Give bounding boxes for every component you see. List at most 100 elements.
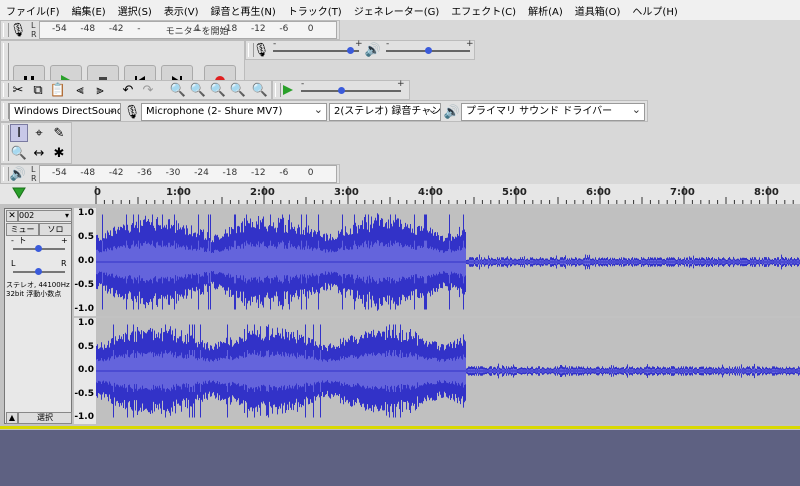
recording-channels-select[interactable]: 2(ステレオ) 録音チャンネル <box>329 103 441 121</box>
fit-selection-icon[interactable]: 🔍 <box>209 81 227 99</box>
play-head-icon[interactable] <box>12 187 26 199</box>
menu-bar: ファイル(F) 編集(E) 選択(S) 表示(V) 録音と再生(N) トラック(T) ジェネ… <box>0 0 800 20</box>
pan-knob[interactable] <box>35 268 42 275</box>
menu-item[interactable]: 録音と再生(N) <box>205 3 282 18</box>
microphone-icon[interactable]: 🎙 <box>9 21 27 39</box>
playback-speed-slider[interactable] <box>301 90 401 92</box>
speaker-icon[interactable]: 🔊 <box>9 165 27 183</box>
select-track-button[interactable]: 選択 <box>18 412 72 424</box>
menu-item[interactable]: 編集(E) <box>66 3 112 18</box>
amplitude-label: -0.5 <box>74 388 94 399</box>
pan-right-label: R <box>61 259 67 268</box>
play-at-speed-button[interactable] <box>279 81 297 99</box>
recording-volume-knob[interactable] <box>347 47 355 54</box>
timeline-label: 8:00 <box>754 187 779 198</box>
recording-device-select[interactable]: Microphone (2- Shure MV7) <box>141 103 327 121</box>
menu-item[interactable]: 解析(A) <box>522 3 569 18</box>
menu-item[interactable]: ファイル(F) <box>0 3 66 18</box>
slider-max-mark: + <box>466 39 474 49</box>
zoom-out-icon[interactable]: 🔍 <box>189 81 207 99</box>
timeline-label: 5:00 <box>502 187 527 198</box>
trim-icon[interactable]: ⫷ <box>71 81 89 99</box>
menu-item[interactable]: 表示(V) <box>158 3 205 18</box>
gain-knob[interactable] <box>35 245 42 252</box>
meter-tick-label: -6 <box>279 168 289 178</box>
recording-volume-slider[interactable] <box>273 50 359 52</box>
playback-meter[interactable]: -54 -48 -42 -36 -30 -24 -18 -12 -6 0 <box>39 165 337 183</box>
timeline-label: 1:00 <box>166 187 191 198</box>
pan-left-label: L <box>11 259 16 268</box>
timeline-label: 3:00 <box>334 187 359 198</box>
gain-minus-label: - <box>11 236 14 245</box>
playback-device-select[interactable]: プライマリ サウンド ドライバー <box>461 103 645 121</box>
menu-item[interactable]: ヘルプ(H) <box>626 3 683 18</box>
speaker-icon: 🔊 <box>443 104 461 120</box>
selection-tool-icon[interactable]: I <box>10 124 28 142</box>
toolbar-grip[interactable] <box>3 125 9 161</box>
menu-item[interactable]: 道具箱(O) <box>569 3 627 18</box>
menu-item[interactable]: エフェクト(C) <box>445 3 522 18</box>
meter-tick-label: -48 <box>80 168 96 178</box>
waveform-right-channel[interactable] <box>96 318 800 424</box>
cut-icon[interactable]: ✂ <box>9 81 27 99</box>
silence-icon[interactable]: ⫸ <box>91 81 109 99</box>
paste-icon[interactable]: 📋 <box>49 81 67 99</box>
meter-tick-label: 0 <box>307 24 314 34</box>
audio-host-select[interactable]: Windows DirectSound <box>9 103 121 121</box>
zoom-toggle-icon[interactable]: 🔍 <box>251 81 269 99</box>
close-track-icon[interactable]: ✕ <box>6 210 18 222</box>
speaker-icon: 🔊 <box>364 42 382 58</box>
gain-plus-label: + <box>61 236 68 245</box>
track-control-panel: ✕ 002 ▾ ミュート ソロ - + L R ステレオ, 44100Hz 32b… <box>4 208 72 424</box>
amplitude-label: 0.5 <box>78 341 94 352</box>
slider-max-mark: + <box>355 39 363 49</box>
tools-toolbar: I ⌖ ✎ 🔍 ↔ ✱ <box>0 122 72 164</box>
microphone-icon: 🎙 <box>252 42 270 58</box>
draw-tool-icon[interactable]: ✎ <box>50 124 68 142</box>
mute-button[interactable]: ミュート <box>6 223 39 245</box>
multi-tool-icon[interactable]: ✱ <box>50 144 68 162</box>
zoom-tool-icon[interactable]: 🔍 <box>10 144 28 162</box>
amplitude-label: 0.5 <box>78 232 94 242</box>
timeline-label: 2:00 <box>250 187 275 198</box>
meter-tick-label: -6 <box>279 24 289 34</box>
envelope-tool-icon[interactable]: ⌖ <box>30 124 48 142</box>
copy-icon[interactable]: ⧉ <box>29 81 47 99</box>
meter-tick-label: -12 <box>250 168 266 178</box>
device-toolbar: Windows DirectSound 🎙 Microphone (2- Shu… <box>0 100 648 122</box>
zoom-in-icon[interactable]: 🔍 <box>169 81 187 99</box>
menu-item[interactable]: ジェネレーター(G) <box>348 3 446 18</box>
play-icon <box>283 85 293 95</box>
recording-meter[interactable]: -54 -48 -42- モニターを開始 4 -18 -12 -6 0 <box>39 21 337 39</box>
meter-tick-label: -54 <box>52 168 67 178</box>
meter-tick-label: 4 <box>194 24 200 34</box>
amplitude-label: -1.0 <box>74 412 94 422</box>
solo-button[interactable]: ソロ <box>39 223 72 236</box>
playback-volume-knob[interactable] <box>425 47 432 54</box>
meter-tick-label: -42 <box>108 168 124 178</box>
meter-tick-label: -18 <box>222 168 238 178</box>
meter-tick-label: -12 <box>250 24 266 34</box>
amplitude-label: -1.0 <box>74 304 94 314</box>
track-menu-button[interactable]: 002 ▾ <box>18 210 72 222</box>
vertical-ruler-right: 1.0 0.5 0.0 -0.5 -1.0 <box>74 318 96 424</box>
undo-icon[interactable]: ↶ <box>119 81 137 99</box>
meter-left-label: L <box>31 21 36 30</box>
fit-project-icon[interactable]: 🔍 <box>229 81 247 99</box>
meter-tick-label: -42 <box>108 24 124 34</box>
menu-item[interactable]: 選択(S) <box>112 3 158 18</box>
meter-left-label: L <box>31 165 36 174</box>
meter-tick-label: -24 <box>194 168 209 178</box>
track-name: 002 <box>19 211 35 220</box>
waveform-left-channel[interactable] <box>96 208 800 316</box>
time-shift-tool-icon[interactable]: ↔ <box>30 144 48 162</box>
redo-icon[interactable]: ↷ <box>139 81 157 99</box>
collapse-icon[interactable]: ▲ <box>6 412 18 424</box>
timeline-ruler[interactable]: 0 1:00 2:00 3:00 4:00 5:00 6:00 7:00 8:00 <box>0 184 800 205</box>
menu-item[interactable]: トラック(T) <box>282 3 348 18</box>
slider-min-mark: - <box>386 39 390 49</box>
meter-tick-label: -18 <box>222 24 238 34</box>
playback-speed-knob[interactable] <box>338 87 345 94</box>
timeline-label: 0 <box>94 187 101 198</box>
timeline-label: 4:00 <box>418 187 443 198</box>
